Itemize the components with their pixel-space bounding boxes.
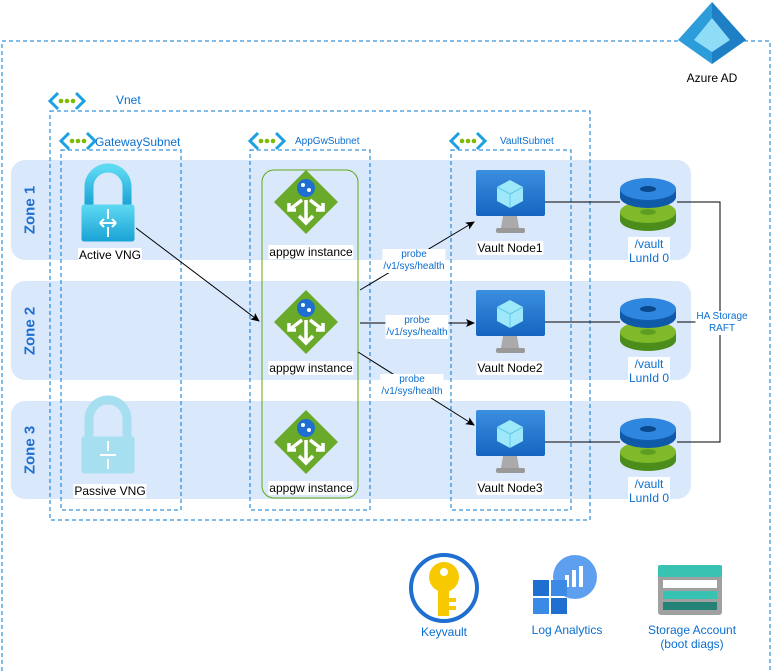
probe-label: probe/v1/sys/health — [380, 374, 444, 398]
storage-account-label: Storage Account (boot diags) — [646, 623, 738, 651]
appgw-subnet-icon — [248, 131, 286, 151]
probe-label: probe/v1/sys/health — [382, 249, 446, 273]
zone-3-label: Zone 3 — [21, 425, 39, 475]
gateway-subnet-label: GatewaySubnet — [95, 135, 181, 149]
disk-label: /vault LunId 0 — [627, 237, 671, 265]
vault-node-label: Vault Node2 — [476, 361, 544, 375]
gateway-subnet-icon — [59, 131, 97, 151]
zone-2-label: Zone 2 — [21, 306, 39, 356]
passive-vng-label: Passive VNG — [73, 484, 147, 498]
log-analytics-label: Log Analytics — [530, 623, 604, 637]
keyvault-label: Keyvault — [419, 625, 469, 639]
appgw-subnet-label: AppGwSubnet — [295, 136, 360, 147]
vault-node-label: Vault Node3 — [476, 481, 544, 495]
storage-account-icon — [658, 565, 722, 615]
vault-subnet-icon — [449, 131, 487, 151]
ha-storage-raft-label: HA Storage RAFT — [695, 311, 749, 335]
zone-1-label: Zone 1 — [21, 185, 39, 235]
managed-disk-icon — [620, 178, 676, 231]
disk-label: /vault LunId 0 — [627, 357, 671, 385]
appgw-instance-label: appgw instance — [268, 481, 354, 495]
appgw-instance-label: appgw instance — [268, 245, 354, 259]
managed-disk-icon — [620, 418, 676, 471]
vault-subnet-label: VaultSubnet — [500, 136, 554, 147]
vnet-icon — [48, 91, 86, 111]
vault-node-label: Vault Node1 — [476, 241, 544, 255]
probe-label: probe/v1/sys/health — [385, 315, 449, 339]
log-analytics-icon — [533, 555, 597, 614]
appgw-instance-label: appgw instance — [268, 361, 354, 375]
disk-label: /vault LunId 0 — [627, 477, 671, 505]
managed-disk-icon — [620, 298, 676, 351]
key-vault-icon — [409, 553, 479, 623]
vnet-label: Vnet — [116, 93, 141, 107]
active-vng-label: Active VNG — [77, 248, 143, 262]
azure-ad-icon — [678, 2, 746, 64]
azure-ad-label: Azure AD — [685, 71, 739, 85]
